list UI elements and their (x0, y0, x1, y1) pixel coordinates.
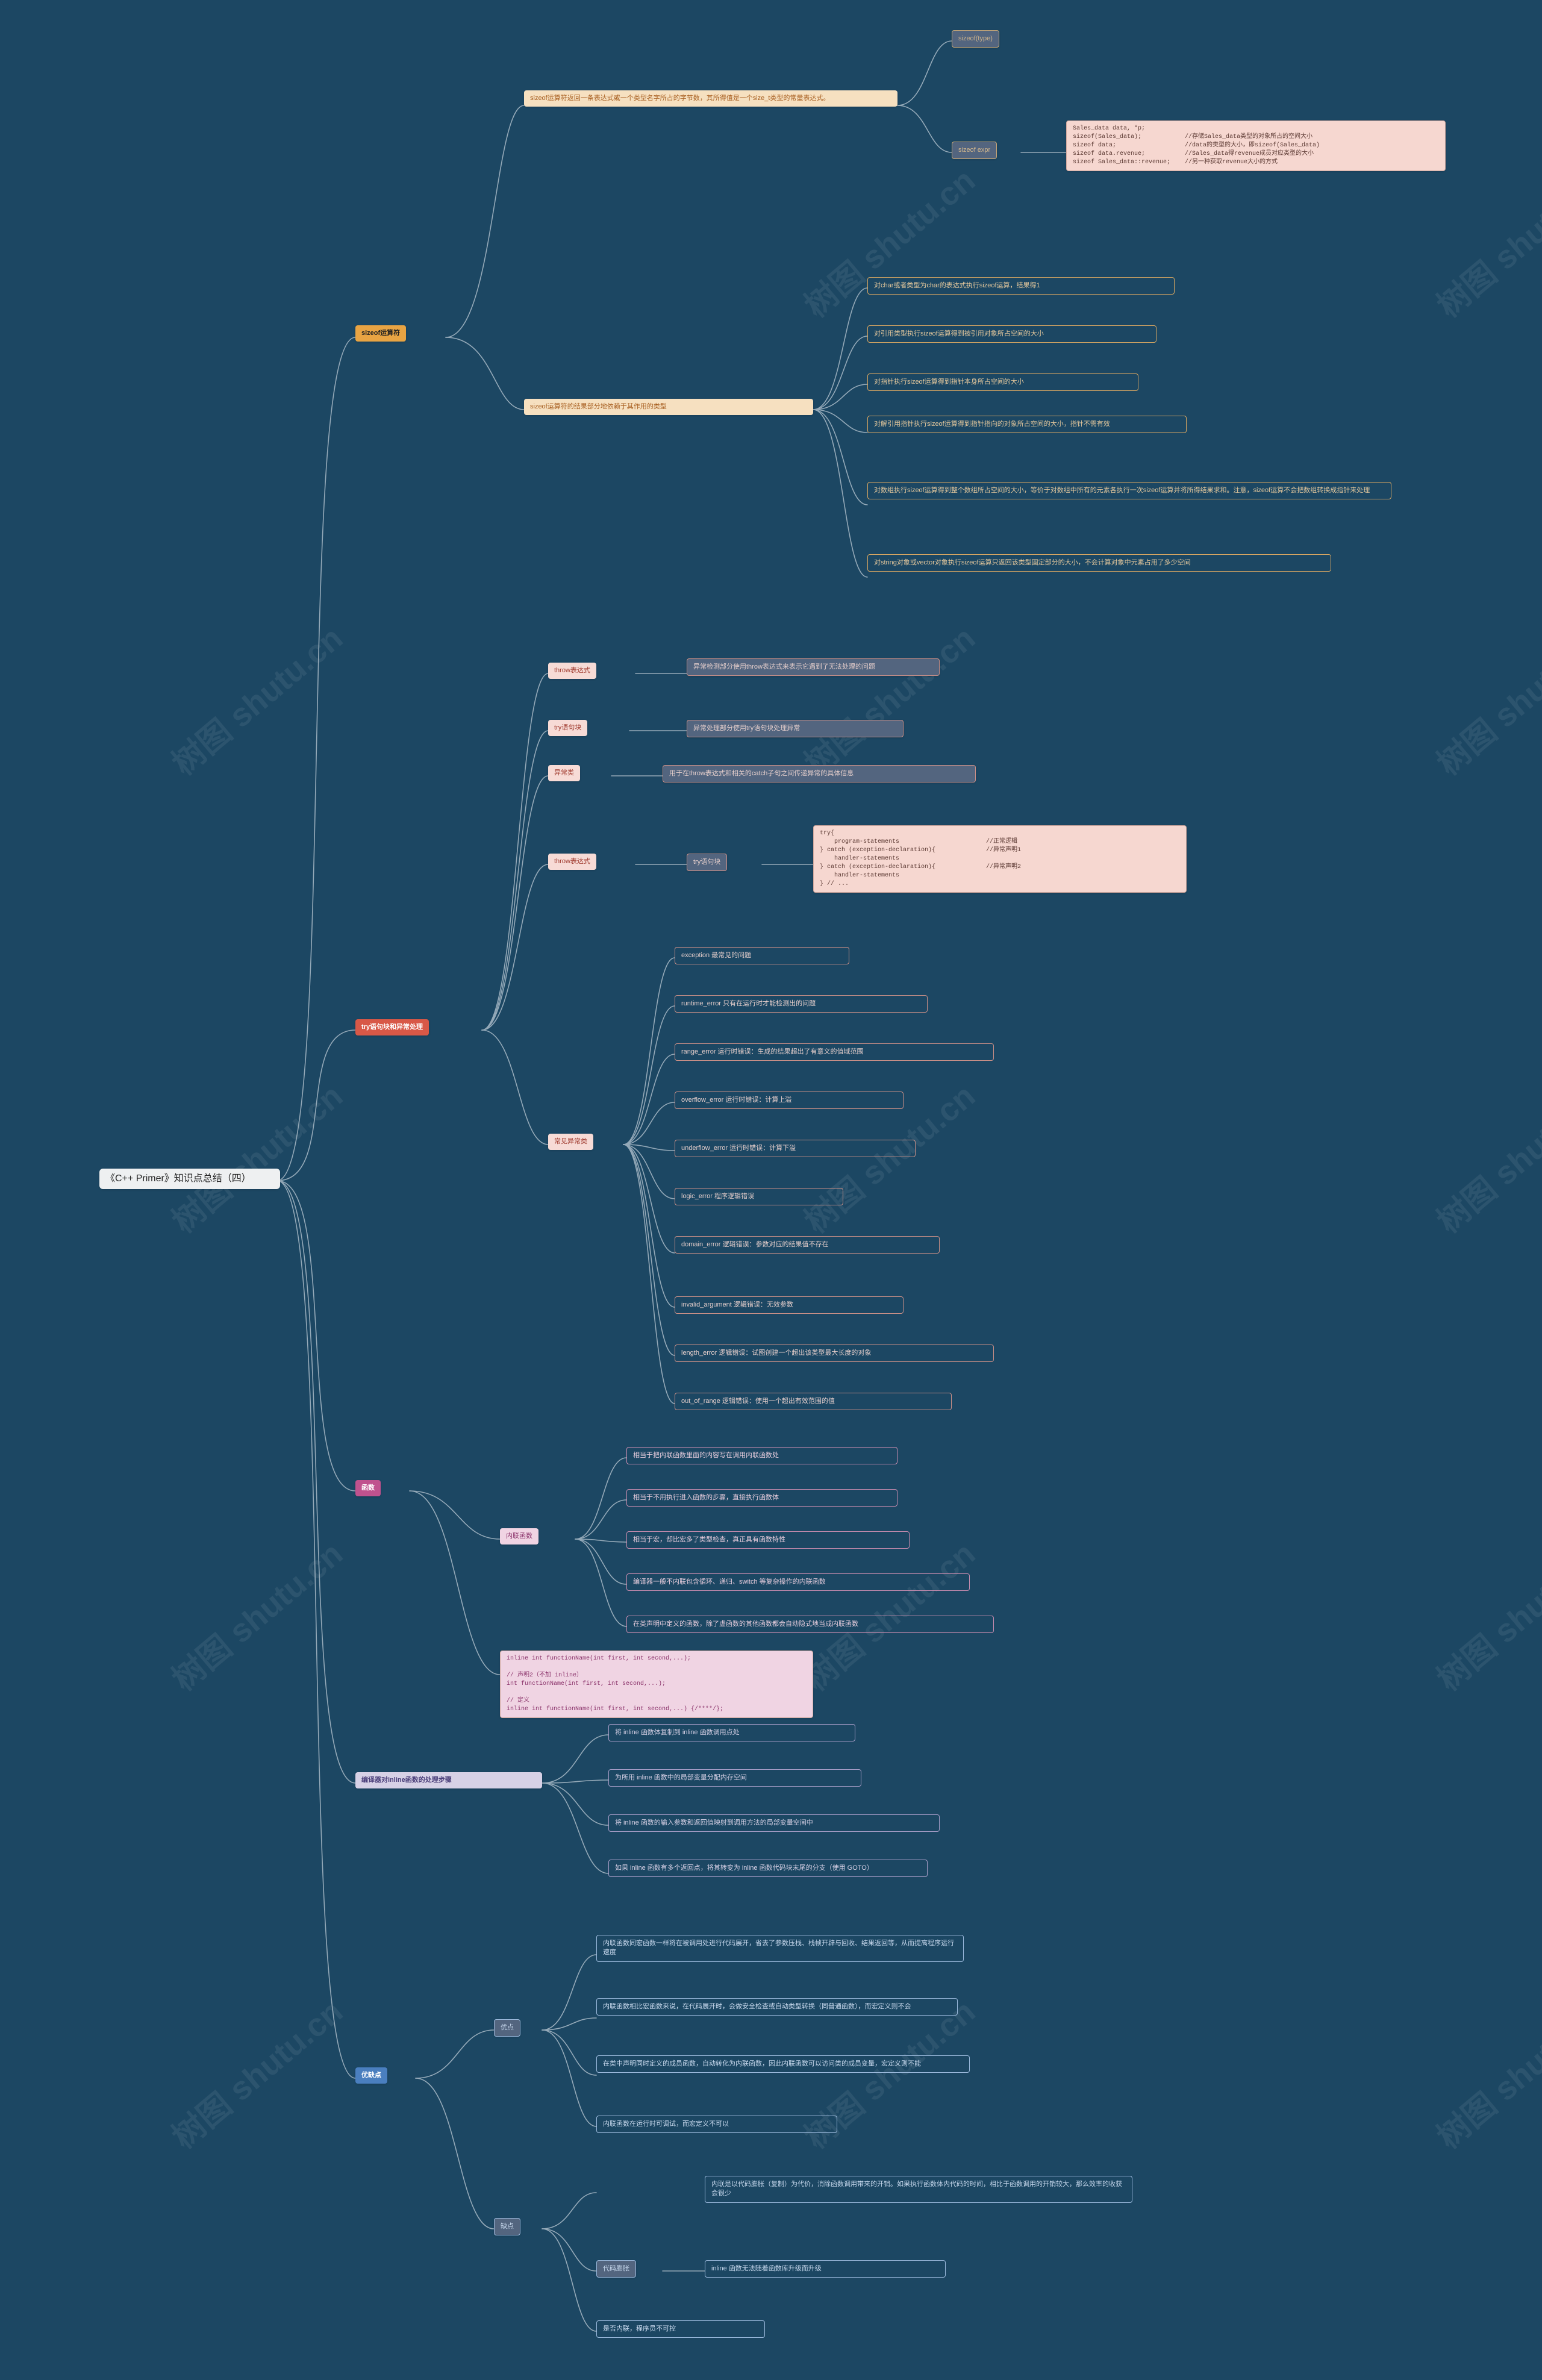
node-inline-3[interactable]: 相当于宏，却比宏多了类型检查，真正具有函数特性 (626, 1531, 910, 1549)
node-exc-range[interactable]: range_error 运行时错误：生成的结果超出了有意义的值域范围 (675, 1043, 994, 1061)
watermark: 树图 shutu.cn (1425, 1986, 1542, 2157)
node-sizeof-r1[interactable]: 对char或者类型为char的表达式执行sizeof运算，结果得1 (867, 277, 1175, 295)
node-sizeof-result[interactable]: sizeof运算符的结果部分地依赖于其作用的类型 (524, 399, 813, 415)
watermark: 树图 shutu.cn (792, 1528, 983, 1699)
node-sizeof-type[interactable]: sizeof(type) (952, 30, 999, 48)
node-exc-domain[interactable]: domain_error 逻辑错误：参数对应的结果值不存在 (675, 1236, 940, 1254)
node-inline-code: inline int functionName(int first, int s… (500, 1651, 813, 1718)
node-tryblock2[interactable]: try语句块 (687, 854, 727, 871)
node-con-3[interactable]: 是否内联，程序员不可控 (596, 2320, 765, 2338)
node-sizeof-r2[interactable]: 对引用类型执行sizeof运算得到被引用对象所占空间的大小 (867, 325, 1156, 343)
node-tryblock[interactable]: try语句块 (548, 720, 587, 736)
node-excclass[interactable]: 异常类 (548, 765, 580, 781)
node-cons[interactable]: 缺点 (494, 2218, 520, 2235)
node-throw-expr[interactable]: throw表达式 (548, 663, 596, 679)
node-compiler-s3[interactable]: 将 inline 函数的输入参数和返回值映射到调用方法的局部变量空间中 (608, 1814, 940, 1832)
node-pro-2[interactable]: 内联函数相比宏函数来说，在代码展开时，会做安全检查或自动类型转换（同普通函数），… (596, 1998, 958, 2016)
node-try[interactable]: try语句块和异常处理 (355, 1019, 429, 1035)
watermark: 树图 shutu.cn (1425, 1070, 1542, 1242)
node-pro-3[interactable]: 在类中声明同时定义的成员函数，自动转化为内联函数，因此内联函数可以访问类的成员变… (596, 2055, 970, 2073)
watermark: 树图 shutu.cn (792, 613, 983, 784)
watermark: 树图 shutu.cn (160, 1528, 351, 1699)
node-sizeof-r3[interactable]: 对指针执行sizeof运算得到指针本身所占空间的大小 (867, 373, 1138, 391)
node-exc-exception[interactable]: exception 最常见的问题 (675, 947, 849, 964)
node-pro-1[interactable]: 内联函数同宏函数一样将在被调用处进行代码展开，省去了参数压栈、栈帧开辟与回收、结… (596, 1935, 964, 1962)
node-sizeof-r5[interactable]: 对数组执行sizeof运算得到整个数组所占空间的大小，等价于对数组中所有的元素各… (867, 482, 1391, 499)
node-pros[interactable]: 优点 (494, 2019, 520, 2037)
watermark: 树图 shutu.cn (160, 1986, 351, 2157)
watermark: 树图 shutu.cn (1425, 1528, 1542, 1699)
node-sizeof-expr[interactable]: sizeof expr (952, 142, 997, 159)
node-inline-5[interactable]: 在类声明中定义的函数，除了虚函数的其他函数都会自动隐式地当成内联函数 (626, 1616, 994, 1633)
node-exc-range2[interactable]: out_of_range 逻辑错误：使用一个超出有效范围的值 (675, 1393, 952, 1410)
watermark: 树图 shutu.cn (160, 613, 351, 784)
node-exc-invalid[interactable]: invalid_argument 逻辑错误：无效参数 (675, 1296, 904, 1314)
node-throw-expr-desc[interactable]: 异常检测部分使用throw表达式来表示它遇到了无法处理的问题 (687, 658, 940, 676)
node-sizeof-desc[interactable]: sizeof运算符返回一条表达式或一个类型名字所占的字节数，其所得值是一个siz… (524, 90, 897, 107)
node-exc-logic[interactable]: logic_error 程序逻辑错误 (675, 1188, 843, 1205)
node-throw-expr2[interactable]: throw表达式 (548, 854, 596, 870)
node-tryblock-desc[interactable]: 异常处理部分使用try语句块处理异常 (687, 720, 904, 737)
node-exc-length[interactable]: length_error 逻辑错误：试图创建一个超出该类型最大长度的对象 (675, 1345, 994, 1362)
node-inline[interactable]: 内联函数 (500, 1528, 538, 1545)
node-try-code: try{ program-statements //正常逻辑 } catch (… (813, 825, 1187, 893)
node-inline-4[interactable]: 编译器一般不内联包含循环、递归、switch 等复杂操作的内联函数 (626, 1573, 970, 1591)
node-con-code-bloat[interactable]: 代码膨胀 (596, 2260, 636, 2278)
node-sizeof[interactable]: sizeof运算符 (355, 325, 406, 342)
node-sizeof-r6[interactable]: 对string对象或vector对象执行sizeof运算只返回该类型固定部分的大… (867, 554, 1331, 572)
node-exc-runtime[interactable]: runtime_error 只有在运行时才能检测出的问题 (675, 995, 928, 1013)
node-compiler-s2[interactable]: 为所用 inline 函数中的局部变量分配内存空间 (608, 1769, 861, 1787)
node-con-2[interactable]: inline 函数无法随着函数库升级而升级 (705, 2260, 946, 2278)
node-sizeof-r4[interactable]: 对解引用指针执行sizeof运算得到指针指向的对象所占空间的大小，指针不需有效 (867, 416, 1187, 433)
node-func[interactable]: 函数 (355, 1480, 381, 1496)
node-common-exc[interactable]: 常见异常类 (548, 1134, 593, 1150)
root-node[interactable]: 《C++ Primer》知识点总结（四） (99, 1169, 280, 1189)
watermark: 树图 shutu.cn (1425, 155, 1542, 326)
node-compiler-s1[interactable]: 将 inline 函数体复制到 inline 函数调用点处 (608, 1724, 855, 1741)
node-sizeof-code: Sales_data data, *p; sizeof(Sales_data);… (1066, 120, 1446, 171)
node-compiler-s4[interactable]: 如果 inline 函数有多个返回点，将其转变为 inline 函数代码块末尾的… (608, 1860, 928, 1877)
watermark: 树图 shutu.cn (160, 1070, 351, 1242)
node-pro-4[interactable]: 内联函数在运行时可调试，而宏定义不可以 (596, 2116, 837, 2133)
node-compiler[interactable]: 编译器对inline函数的处理步骤 (355, 1772, 542, 1788)
node-con-1[interactable]: 内联是以代码膨胀（复制）为代价，消除函数调用带来的开销。如果执行函数体内代码的时… (705, 2176, 1132, 2203)
node-proscons[interactable]: 优缺点 (355, 2067, 387, 2084)
mindmap-canvas: 树图 shutu.cn 树图 shutu.cn 树图 shutu.cn 树图 s… (0, 0, 1542, 2380)
node-exc-overflow[interactable]: overflow_error 运行时错误：计算上溢 (675, 1092, 904, 1109)
watermark: 树图 shutu.cn (1425, 613, 1542, 784)
node-exc-underflow[interactable]: underflow_error 运行时错误：计算下溢 (675, 1140, 916, 1157)
node-inline-2[interactable]: 相当于不用执行进入函数的步骤，直接执行函数体 (626, 1489, 897, 1507)
node-excclass-desc[interactable]: 用于在throw表达式和相关的catch子句之间传递异常的具体信息 (663, 765, 976, 782)
node-inline-1[interactable]: 相当于把内联函数里面的内容写在调用内联函数处 (626, 1447, 897, 1464)
watermark: 树图 shutu.cn (792, 155, 983, 326)
